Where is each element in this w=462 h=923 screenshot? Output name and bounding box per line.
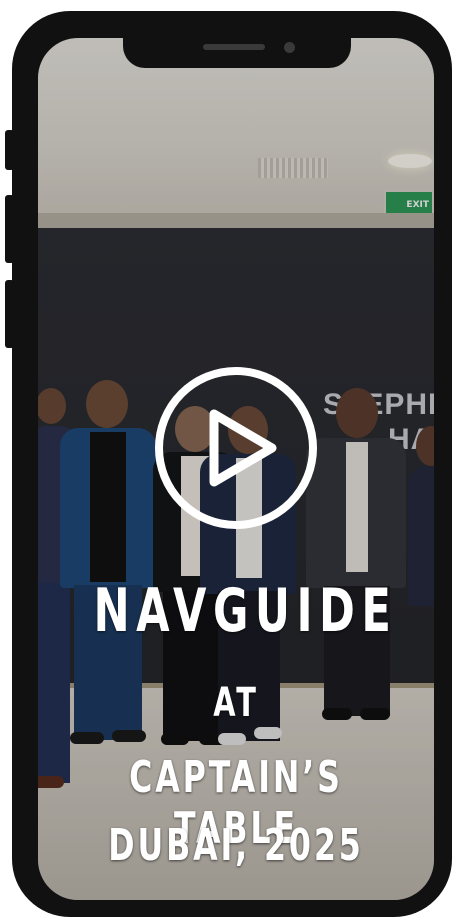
video-location-year: DUBAI, 2025 xyxy=(108,820,364,871)
phone-notch xyxy=(123,38,351,68)
video-connector-text: AT xyxy=(213,680,259,726)
earpiece-speaker xyxy=(203,44,265,50)
phone-volume-up-button xyxy=(5,195,14,263)
phone-volume-down-button xyxy=(5,280,14,348)
front-camera xyxy=(284,42,295,53)
play-icon[interactable] xyxy=(152,364,320,532)
video-title: NAVGUIDE xyxy=(93,576,398,646)
phone-mute-switch xyxy=(5,130,14,170)
